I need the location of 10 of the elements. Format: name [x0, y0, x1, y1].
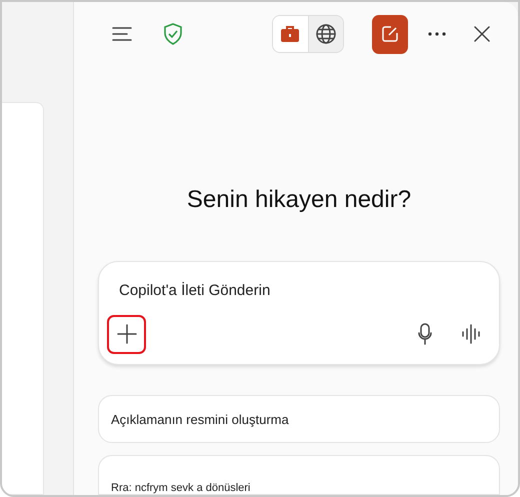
suggestion-card[interactable]: Açıklamanın resmini oluşturma [98, 395, 500, 443]
globe-icon[interactable] [308, 16, 344, 52]
page-heading: Senin hikayen nedir? [186, 186, 412, 214]
suggestion-card[interactable]: Rra: ncfrym sevk a dönüsleri [98, 455, 500, 495]
add-button[interactable] [107, 314, 146, 354]
new-chat-button[interactable] [372, 14, 408, 54]
briefcase-icon[interactable] [272, 16, 308, 52]
compose-icon [381, 25, 400, 43]
plus-icon [116, 324, 136, 344]
message-input[interactable]: Copilot'a İleti Gönderin [107, 278, 491, 303]
